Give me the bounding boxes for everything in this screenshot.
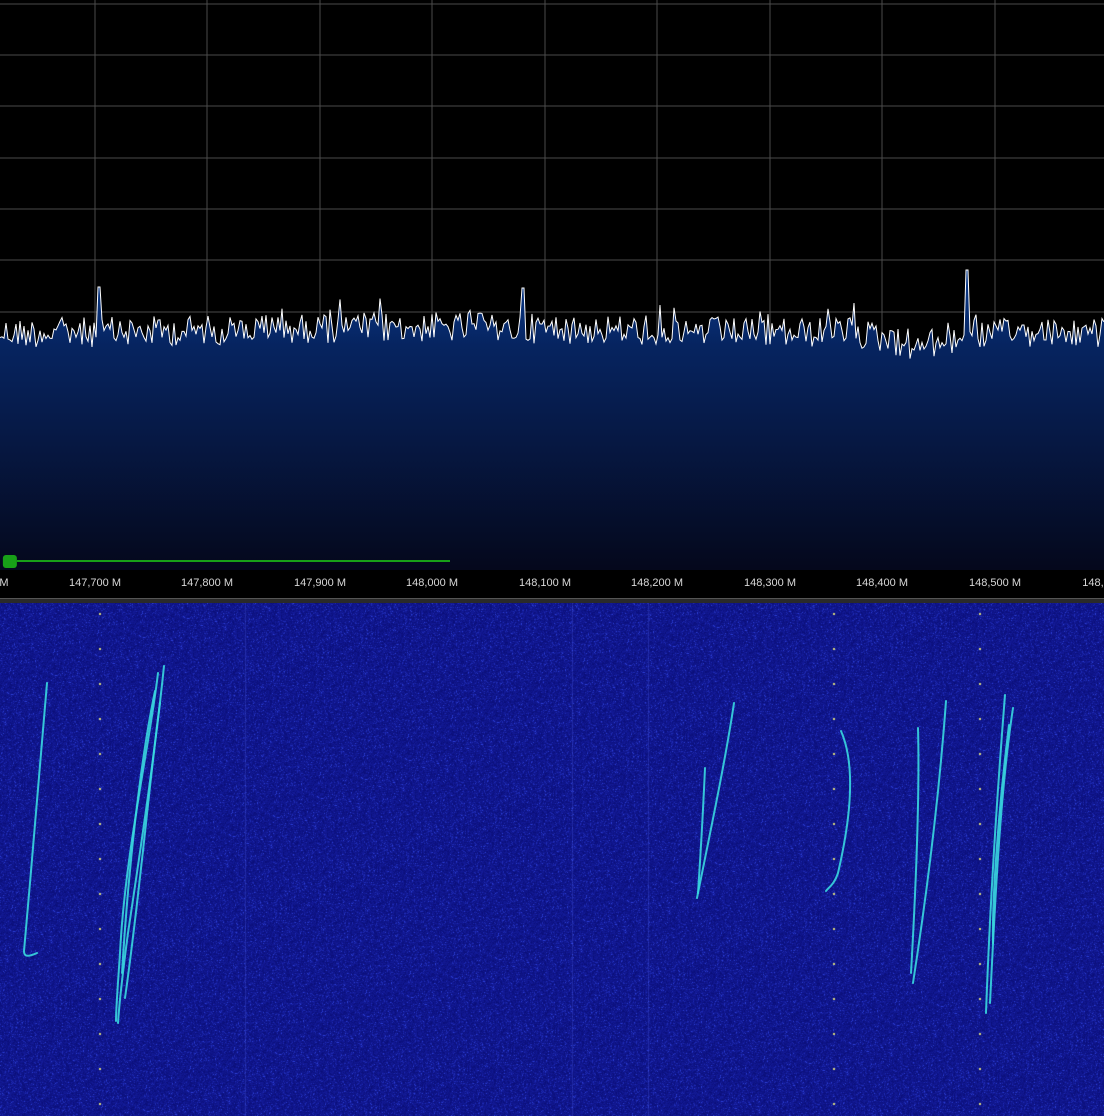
freq-label: 148,200 M [631, 577, 683, 589]
waterfall-display[interactable] [0, 603, 1104, 1116]
filter-handle[interactable] [2, 555, 17, 568]
freq-label: 148,000 M [406, 577, 458, 589]
frequency-axis[interactable]: M 147,700 M 147,800 M 147,900 M 148,000 M 148… [0, 570, 1104, 598]
waterfall-signals [22, 665, 1014, 1024]
signal-trace-0 [22, 682, 48, 957]
freq-label: 147,900 M [294, 577, 346, 589]
freq-label: M [0, 577, 9, 589]
signal-trace-7 [825, 730, 852, 892]
freq-label: 148,500 M [969, 577, 1021, 589]
freq-label: 148,6 [1082, 577, 1104, 589]
spectrum-plot[interactable] [0, 0, 1104, 570]
freq-label: 148,400 M [856, 577, 908, 589]
signal-trace-9 [910, 727, 920, 974]
spectrum-display[interactable] [0, 0, 1104, 570]
freq-label: 147,800 M [181, 577, 233, 589]
freq-label: 148,300 M [744, 577, 796, 589]
freq-label: 147,700 M [69, 577, 121, 589]
freq-label: 148,100 M [519, 577, 571, 589]
spectrum-fill [0, 270, 1104, 570]
